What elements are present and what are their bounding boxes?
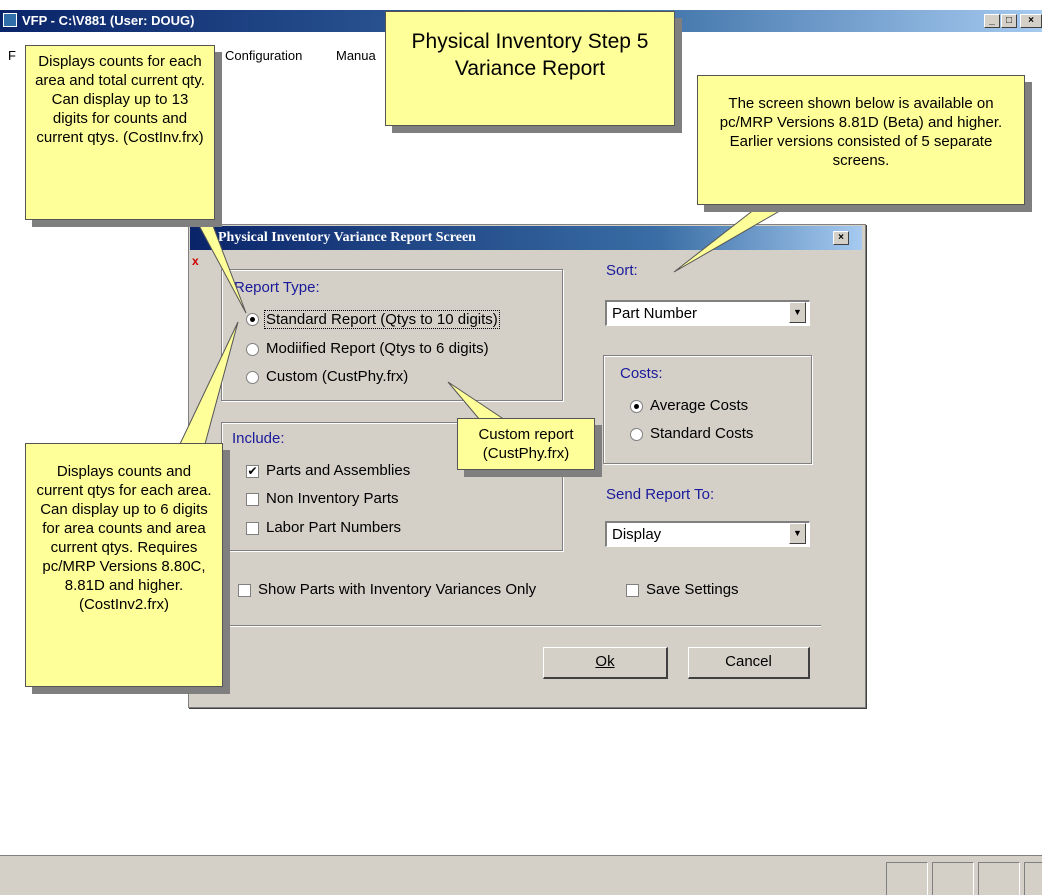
top-right-callout: The screen shown below is available on p… <box>697 75 1025 205</box>
top-left-callout: Displays counts for each area and total … <box>25 45 215 220</box>
bottom-left-callout: Displays counts and current qtys for eac… <box>25 443 223 687</box>
custom-report-callout: Custom report (CustPhy.frx) <box>457 418 595 470</box>
title-callout: Physical Inventory Step 5 Variance Repor… <box>385 11 675 126</box>
